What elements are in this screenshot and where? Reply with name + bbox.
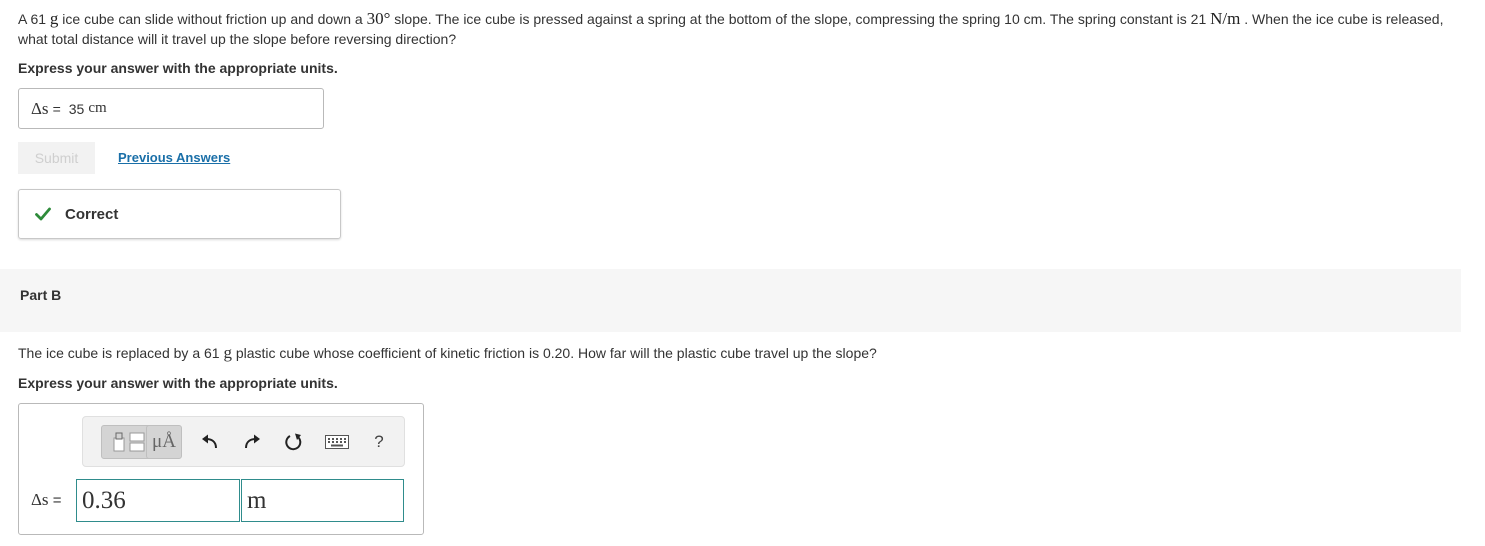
answer-lhs: Δs	[31, 98, 49, 118]
math-toolbar: μÅ ?	[82, 416, 405, 467]
reset-icon[interactable]	[280, 425, 308, 459]
previous-answers-link[interactable]: Previous Answers	[118, 150, 230, 165]
answer-unit-input[interactable]: m	[241, 479, 404, 522]
problem-text: The ice cube is replaced by a 61	[18, 345, 224, 361]
part-b-problem-text: The ice cube is replaced by a 61 g plast…	[18, 343, 877, 363]
answer-equals: =	[52, 100, 61, 117]
answer-value: 35	[68, 100, 85, 117]
slope-angle: 30°	[366, 9, 391, 28]
spring-constant-unit: N/m	[1210, 9, 1241, 28]
express-instructions: Express your answer with the appropriate…	[18, 60, 338, 76]
answer-value-input[interactable]: 0.36	[76, 479, 240, 522]
mass-unit: g	[223, 343, 232, 362]
part-a-answer-box: Δs = 35 cm	[18, 88, 324, 129]
answer-equals: =	[52, 492, 62, 509]
answer-unit: cm	[88, 100, 107, 116]
part-b-answer-editor: μÅ ? Δs = 0.36 m	[18, 403, 424, 535]
part-b-title: Part B	[20, 287, 62, 303]
redo-icon[interactable]	[238, 425, 266, 459]
undo-icon[interactable]	[196, 425, 224, 459]
correct-label: Correct	[65, 205, 119, 223]
express-instructions: Express your answer with the appropriate…	[18, 375, 338, 391]
answer-lhs: Δs	[31, 490, 49, 509]
units-icon[interactable]: μÅ	[146, 425, 182, 459]
problem-text: ice cube can slide without friction up a…	[58, 11, 367, 27]
answer-lhs-group: Δs =	[31, 490, 62, 510]
submit-button[interactable]: Submit	[18, 142, 95, 174]
help-icon[interactable]: ?	[366, 425, 392, 459]
problem-text: slope. The ice cube is pressed against a…	[390, 11, 1211, 27]
keyboard-icon[interactable]	[322, 425, 352, 459]
problem-text: A 61	[18, 11, 50, 27]
part-a-problem-text: A 61 g ice cube can slide without fricti…	[18, 9, 1458, 49]
problem-text: plastic cube whose coefficient of kineti…	[231, 345, 877, 361]
part-b-header[interactable]: Part B	[0, 269, 1461, 332]
checkmark-icon	[35, 207, 51, 221]
correct-feedback-box: Correct	[18, 189, 341, 239]
